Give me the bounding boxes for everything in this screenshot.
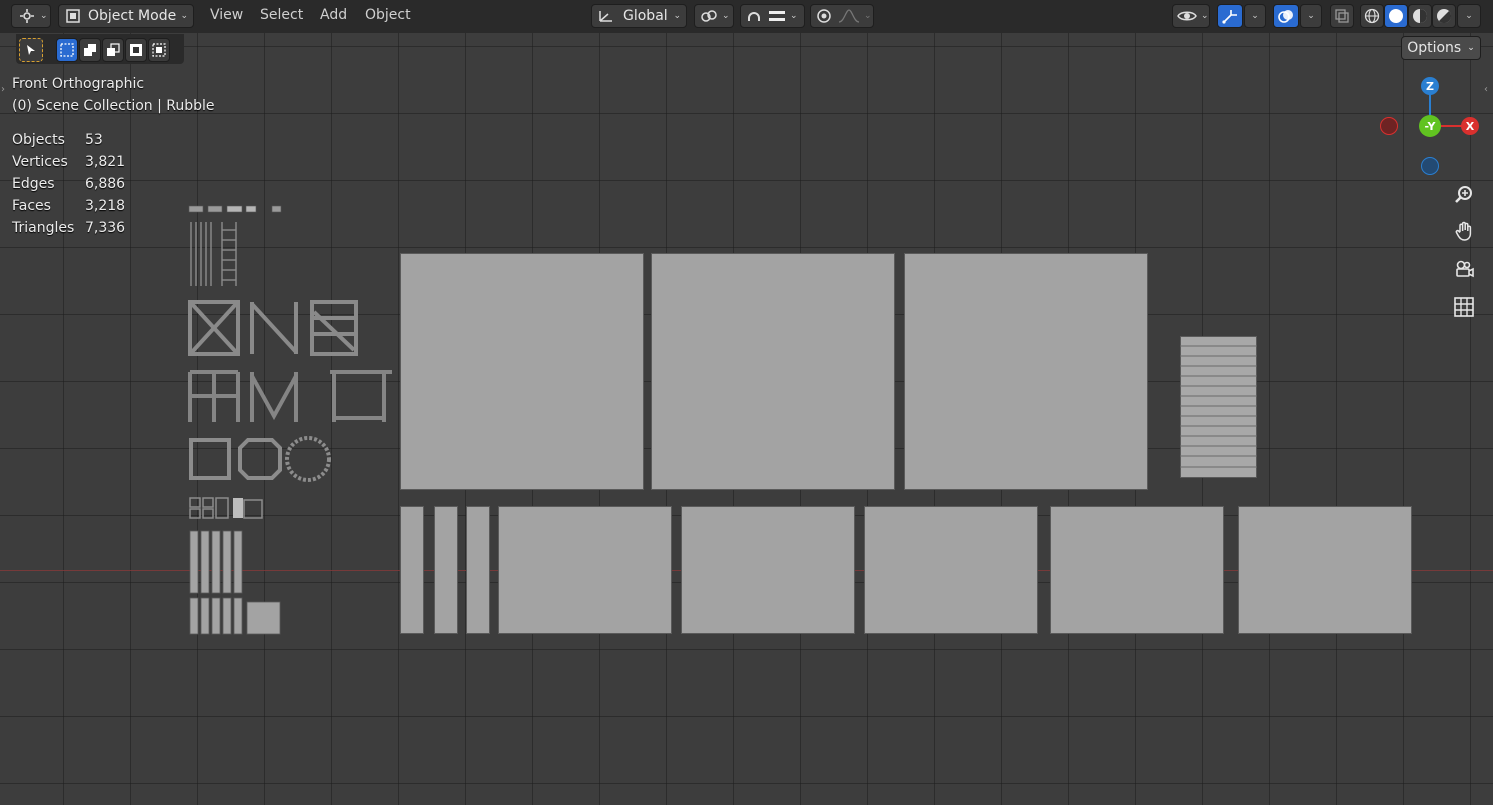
select-subtract-icon bbox=[106, 43, 120, 57]
stat-edges: Edges 6,886 bbox=[12, 176, 126, 192]
visibility-button[interactable]: ⌄ bbox=[1172, 4, 1210, 28]
gizmo-neg-y-axis[interactable]: -Y bbox=[1419, 115, 1441, 137]
gizmo-neg-z-axis[interactable] bbox=[1421, 157, 1439, 175]
panel-strip-1[interactable] bbox=[400, 506, 424, 634]
viewport-header: ⌄ Object Mode ⌄ View Select Add Object G… bbox=[0, 0, 1493, 33]
view-name: Front Orthographic bbox=[12, 76, 145, 92]
overlay-icon bbox=[1277, 8, 1295, 24]
snap-increment-icon bbox=[768, 9, 786, 23]
panel-large-3[interactable] bbox=[904, 253, 1148, 490]
camera-view-button[interactable] bbox=[1449, 254, 1479, 284]
pivot-icon bbox=[700, 8, 718, 24]
xray-toggle[interactable] bbox=[1330, 4, 1354, 28]
panel-large-2[interactable] bbox=[651, 253, 895, 490]
overlay-toggle[interactable] bbox=[1273, 4, 1299, 28]
gizmo-icon bbox=[1221, 8, 1239, 24]
overlay-dropdown[interactable]: ⌄ bbox=[1300, 4, 1322, 28]
solid-shading-button[interactable] bbox=[1384, 4, 1408, 28]
xray-icon bbox=[1334, 8, 1350, 24]
pivot-point-button[interactable]: ⌄ bbox=[694, 4, 734, 28]
mode-label: Object Mode bbox=[88, 8, 177, 24]
select-invert-icon bbox=[129, 43, 143, 57]
cursor-select-icon bbox=[24, 43, 38, 57]
panel-medium-1[interactable] bbox=[498, 506, 672, 634]
slatted-panel[interactable] bbox=[1180, 336, 1258, 479]
sidebar-expand-icon[interactable]: ‹ bbox=[1484, 84, 1488, 95]
orientation-icon bbox=[597, 8, 615, 24]
small-assets-group[interactable] bbox=[186, 200, 396, 640]
editor-type-icon bbox=[18, 8, 36, 24]
select-tool-button[interactable] bbox=[19, 38, 43, 62]
panel-medium-4[interactable] bbox=[1050, 506, 1224, 634]
pan-button[interactable] bbox=[1449, 216, 1479, 246]
rendered-shading-icon bbox=[1436, 8, 1452, 24]
wireframe-shading-icon bbox=[1364, 8, 1380, 24]
gizmo-x-axis[interactable]: X bbox=[1461, 117, 1479, 135]
select-new-icon bbox=[60, 43, 74, 57]
pan-hand-icon bbox=[1453, 220, 1475, 242]
select-subtract-button[interactable] bbox=[102, 38, 124, 62]
statistics-overlay: Objects 53 Vertices 3,821 Edges 6,886 Faces… bbox=[12, 132, 125, 242]
panel-medium-3[interactable] bbox=[864, 506, 1038, 634]
collection-info: (0) Scene Collection | Rubble bbox=[12, 98, 215, 114]
zoom-button[interactable] bbox=[1449, 180, 1479, 210]
stat-triangles: Triangles 7,336 bbox=[12, 220, 126, 236]
stat-faces: Faces 3,218 bbox=[12, 198, 126, 214]
zoom-icon bbox=[1453, 184, 1475, 206]
select-extend-icon bbox=[83, 43, 97, 57]
snap-icon bbox=[746, 8, 762, 24]
ortho-grid-icon bbox=[1453, 296, 1475, 318]
toolbar-expand-icon[interactable]: › bbox=[1, 84, 5, 95]
material-shading-icon bbox=[1412, 8, 1428, 24]
object-mode-icon bbox=[65, 8, 81, 24]
panel-medium-2[interactable] bbox=[681, 506, 855, 634]
chevron-down-icon: ⌄ bbox=[1467, 43, 1475, 53]
stat-vertices: Vertices 3,821 bbox=[12, 154, 126, 170]
camera-icon bbox=[1453, 258, 1475, 280]
mode-selector[interactable]: Object Mode ⌄ bbox=[58, 4, 194, 28]
transform-orientation-dropdown[interactable]: Global ⌄ bbox=[591, 4, 687, 28]
gizmo-neg-x-axis[interactable] bbox=[1380, 117, 1398, 135]
shading-dropdown[interactable]: ⌄ bbox=[1457, 4, 1481, 28]
options-dropdown[interactable]: Options ⌄ bbox=[1401, 36, 1481, 60]
ortho-toggle-button[interactable] bbox=[1449, 292, 1479, 322]
solid-shading-icon bbox=[1388, 8, 1404, 24]
gizmo-z-axis[interactable]: Z bbox=[1421, 77, 1439, 95]
select-invert-button[interactable] bbox=[125, 38, 147, 62]
panel-large-1[interactable] bbox=[400, 253, 644, 490]
proportional-edit-icon bbox=[816, 8, 832, 24]
gizmo-toggle[interactable] bbox=[1217, 4, 1243, 28]
visibility-icon bbox=[1177, 8, 1197, 24]
select-extend-button[interactable] bbox=[79, 38, 101, 62]
menu-add[interactable]: Add bbox=[320, 7, 347, 23]
editor-type-button[interactable]: ⌄ bbox=[11, 4, 51, 28]
proportional-edit-button[interactable]: ⌄ bbox=[810, 4, 874, 28]
falloff-icon bbox=[838, 9, 860, 23]
orientation-label: Global bbox=[623, 8, 668, 24]
panel-medium-5[interactable] bbox=[1238, 506, 1412, 634]
stat-objects: Objects 53 bbox=[12, 132, 103, 148]
menu-select[interactable]: Select bbox=[260, 7, 303, 23]
select-intersect-icon bbox=[152, 43, 166, 57]
gizmo-dropdown[interactable]: ⌄ bbox=[1244, 4, 1266, 28]
select-intersect-button[interactable] bbox=[148, 38, 170, 62]
panel-strip-3[interactable] bbox=[466, 506, 490, 634]
material-shading-button[interactable] bbox=[1408, 4, 1432, 28]
options-label: Options bbox=[1407, 40, 1462, 56]
snap-button[interactable]: ⌄ bbox=[740, 4, 805, 28]
wireframe-shading-button[interactable] bbox=[1360, 4, 1384, 28]
panel-strip-2[interactable] bbox=[434, 506, 458, 634]
select-new-button[interactable] bbox=[56, 38, 78, 62]
menu-view[interactable]: View bbox=[210, 7, 243, 23]
menu-object[interactable]: Object bbox=[365, 7, 411, 23]
rendered-shading-button[interactable] bbox=[1432, 4, 1456, 28]
